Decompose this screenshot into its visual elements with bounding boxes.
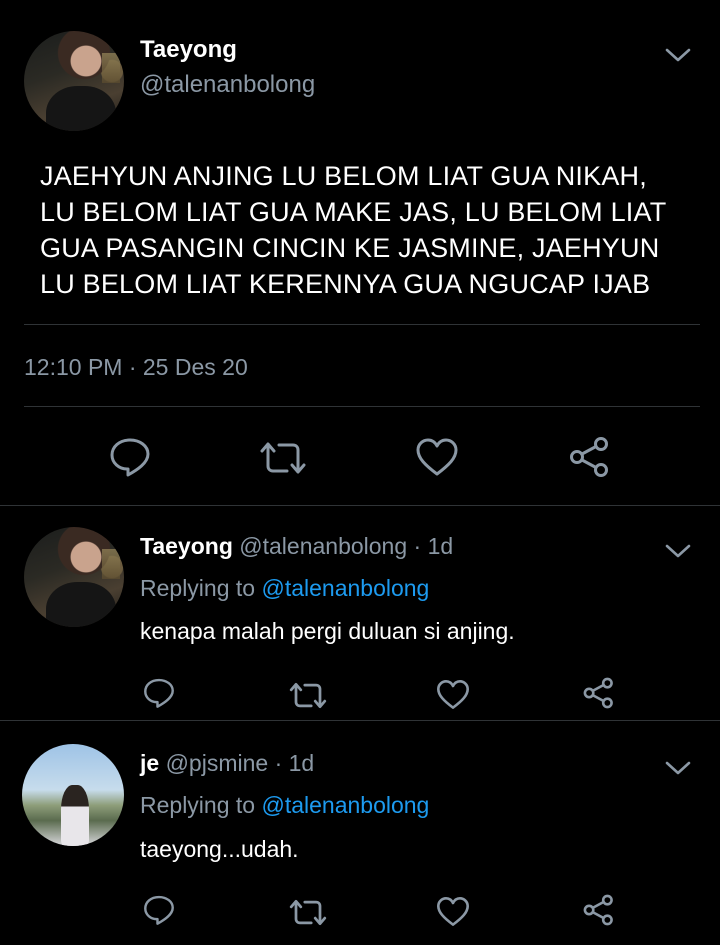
author-name[interactable]: je bbox=[140, 750, 159, 776]
heart-icon bbox=[437, 680, 469, 709]
retweet-button[interactable] bbox=[258, 440, 308, 476]
replying-prefix: Replying to bbox=[140, 575, 262, 601]
share-icon bbox=[570, 437, 608, 477]
avatar[interactable] bbox=[22, 744, 124, 846]
mention-link[interactable]: @talenanbolong bbox=[261, 575, 429, 601]
reply-button[interactable] bbox=[142, 894, 176, 926]
author-name[interactable]: Taeyong bbox=[140, 533, 233, 559]
reply-button[interactable] bbox=[108, 436, 152, 478]
share-button[interactable] bbox=[582, 894, 616, 926]
author-handle-time[interactable]: @talenanbolong · 1d bbox=[239, 533, 453, 559]
retweet-button[interactable] bbox=[288, 681, 328, 710]
reply-icon bbox=[110, 438, 150, 477]
reply-tweet[interactable]: je @pjsmine · 1d Replying to @talenanbol… bbox=[0, 720, 720, 945]
tweet-text-line: JAEHYUN ANJING LU BELOM LIAT GUA NIKAH, bbox=[40, 161, 647, 191]
reply-tweet[interactable]: Taeyong @talenanbolong · 1d Replying to … bbox=[0, 505, 720, 720]
like-button[interactable] bbox=[415, 437, 459, 477]
main-tweet[interactable]: Taeyong @talenanbolong JAEHYUN ANJING LU… bbox=[0, 0, 720, 505]
tweet-timestamp[interactable]: 12:10 PM · 25 Des 20 bbox=[24, 354, 248, 381]
tweet-text-line: LU BELOM LIAT GUA MAKE JAS, LU BELOM LIA… bbox=[40, 197, 667, 227]
retweet-button[interactable] bbox=[288, 898, 328, 927]
heart-icon bbox=[416, 438, 458, 476]
share-button[interactable] bbox=[582, 677, 616, 709]
reply-header: Taeyong @talenanbolong · 1d bbox=[140, 533, 453, 560]
chevron-down-icon[interactable] bbox=[664, 47, 692, 63]
avatar[interactable] bbox=[24, 527, 124, 627]
tweet-text-line: LU BELOM LIAT KERENNYA GUA NGUCAP IJAB bbox=[40, 269, 651, 299]
author-handle-time[interactable]: @pjsmine · 1d bbox=[166, 750, 315, 776]
reply-icon bbox=[144, 678, 174, 708]
reply-header: je @pjsmine · 1d bbox=[140, 750, 314, 777]
reply-text: taeyong...udah. bbox=[140, 836, 299, 862]
reply-text: kenapa malah pergi duluan si anjing. bbox=[140, 618, 515, 644]
retweet-icon bbox=[260, 442, 306, 474]
author-handle[interactable]: @talenanbolong bbox=[140, 71, 315, 99]
divider bbox=[24, 324, 700, 325]
chevron-down-icon[interactable] bbox=[664, 760, 692, 776]
reply-button[interactable] bbox=[142, 677, 176, 709]
tweet-text: JAEHYUN ANJING LU BELOM LIAT GUA NIKAH, … bbox=[40, 158, 700, 302]
like-button[interactable] bbox=[436, 896, 470, 927]
share-icon bbox=[583, 677, 613, 709]
retweet-icon bbox=[289, 682, 327, 709]
author-name[interactable]: Taeyong bbox=[140, 36, 237, 64]
replying-to: Replying to @talenanbolong bbox=[140, 575, 429, 602]
chevron-down-icon[interactable] bbox=[664, 543, 692, 559]
share-button[interactable] bbox=[568, 436, 612, 478]
tweet-text-line: GUA PASANGIN CINCIN KE JASMINE, JAEHYUN bbox=[40, 233, 660, 263]
mention-link[interactable]: @talenanbolong bbox=[261, 792, 429, 818]
replying-to: Replying to @talenanbolong bbox=[140, 792, 429, 819]
share-icon bbox=[583, 894, 613, 926]
reply-icon bbox=[144, 895, 174, 925]
retweet-icon bbox=[289, 899, 327, 926]
replying-prefix: Replying to bbox=[140, 792, 262, 818]
avatar[interactable] bbox=[24, 31, 124, 131]
heart-icon bbox=[437, 897, 469, 926]
divider bbox=[24, 406, 700, 407]
like-button[interactable] bbox=[436, 679, 470, 710]
tweet-thread-page: Taeyong @talenanbolong JAEHYUN ANJING LU… bbox=[0, 0, 720, 945]
